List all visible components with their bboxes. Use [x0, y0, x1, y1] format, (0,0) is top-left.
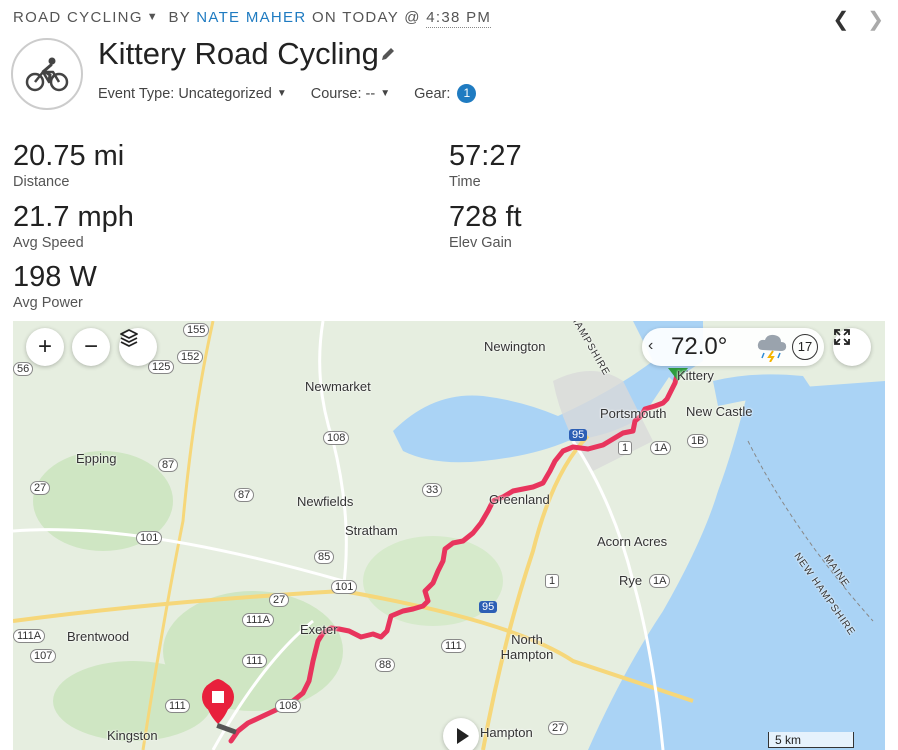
- route-shield: 1: [618, 441, 633, 455]
- route-shield: 1B: [687, 434, 709, 448]
- map-place-label: North Hampton: [500, 632, 554, 662]
- activity-type-dropdown[interactable]: ROAD CYCLING: [13, 9, 143, 26]
- stat-value: 57:27: [449, 140, 522, 172]
- route-shield: 33: [422, 483, 443, 497]
- expand-icon[interactable]: [833, 328, 871, 366]
- stat-label: Avg Power: [13, 295, 83, 311]
- route-shield: 111A: [242, 613, 275, 627]
- route-shield: 108: [275, 699, 302, 713]
- activity-pager: ❮ ❯: [832, 10, 884, 30]
- route-shield: 27: [548, 721, 569, 735]
- stat-avg-speed: 21.7 mph Avg Speed: [13, 201, 134, 251]
- route-shield: 1: [545, 574, 560, 588]
- route-map[interactable]: Newington Newmarket Kittery Portsmouth N…: [13, 321, 885, 750]
- by-label: BY: [168, 9, 191, 26]
- route-shield: 101: [331, 580, 358, 594]
- activity-title: Kittery Road Cycling: [98, 36, 379, 71]
- route-shield: 152: [177, 350, 204, 364]
- cyclist-icon: [11, 38, 83, 110]
- map-place-label: Newfields: [297, 494, 354, 509]
- route-shield: 108: [323, 431, 350, 445]
- pencil-icon[interactable]: [380, 46, 396, 67]
- map-place-label: Brentwood: [67, 629, 130, 644]
- caret-down-icon: ▼: [380, 88, 391, 99]
- event-type-label: Event Type: Uncategorized: [98, 85, 272, 102]
- map-place-label: Epping: [76, 451, 117, 466]
- stat-label: Avg Speed: [13, 235, 84, 251]
- route-shield: 107: [30, 649, 57, 663]
- course-label: Course: --: [310, 85, 376, 102]
- map-place-label: Hampton: [480, 725, 533, 740]
- interstate-shield: 95: [569, 429, 588, 441]
- route-shield: 27: [30, 481, 51, 495]
- activity-time[interactable]: 4:38 PM: [426, 9, 492, 28]
- gear-item[interactable]: Gear: 1: [414, 84, 477, 103]
- route-shield: 27: [269, 593, 290, 607]
- route-shield: 111: [165, 699, 190, 713]
- stat-value: 198 W: [13, 261, 97, 293]
- layers-icon[interactable]: [119, 328, 157, 366]
- route-shield: 85: [314, 550, 335, 564]
- map-place-label: Exeter: [300, 622, 338, 637]
- route-shield: 111A: [13, 629, 46, 643]
- route-shield: 88: [375, 658, 396, 672]
- route-shield: 87: [158, 458, 179, 472]
- on-label: ON TODAY @: [311, 9, 421, 26]
- stat-label: Time: [449, 174, 481, 190]
- author-link[interactable]: NATE MAHER: [196, 9, 306, 26]
- stat-label: Distance: [13, 174, 70, 190]
- chevron-left-icon[interactable]: ‹: [648, 337, 653, 355]
- caret-down-icon: ▼: [276, 88, 287, 99]
- activity-meta: Event Type: Uncategorized ▼ Course: -- ▼ G…: [98, 84, 500, 103]
- route-shield: 101: [136, 531, 163, 545]
- stat-value: 728 ft: [449, 201, 522, 233]
- interstate-shield: 95: [479, 601, 498, 613]
- chevron-right-icon[interactable]: ❯: [867, 10, 884, 30]
- map-place-label: New Castle: [686, 404, 753, 419]
- stat-label: Elev Gain: [449, 235, 512, 251]
- route-shield: 111: [242, 654, 267, 668]
- route-shield: 1A: [650, 441, 672, 455]
- gear-count-badge[interactable]: 1: [457, 84, 477, 103]
- map-place-label: Kingston: [107, 728, 158, 743]
- stat-avg-power: 198 W Avg Power: [13, 261, 97, 311]
- map-place-label: Rye: [619, 573, 643, 588]
- weather-widget[interactable]: ‹ 72.0° 17: [642, 328, 824, 366]
- map-place-label: Newmarket: [305, 379, 371, 394]
- stat-distance: 20.75 mi Distance: [13, 140, 124, 190]
- course-dropdown[interactable]: Course: -- ▼: [311, 84, 390, 103]
- map-place-label: Kittery: [677, 368, 714, 383]
- stat-value: 20.75 mi: [13, 140, 125, 172]
- wind-speed-indicator: 17: [792, 334, 818, 360]
- route-shield: 1A: [649, 574, 671, 588]
- route-shield: 56: [13, 362, 34, 376]
- map-place-label: Stratham: [345, 523, 398, 538]
- route-shield: 111: [441, 639, 466, 653]
- stat-time: 57:27 Time: [449, 140, 522, 190]
- route-shield: 87: [234, 488, 255, 502]
- stat-elev-gain: 728 ft Elev Gain: [449, 201, 522, 251]
- activity-header-line: ROAD CYCLING ▼ BY NATE MAHER ON TODAY @ 4…: [13, 9, 492, 28]
- stat-value: 21.7 mph: [13, 201, 134, 233]
- map-place-label: Acorn Acres: [597, 534, 668, 549]
- map-place-label: Newington: [484, 339, 546, 354]
- map-scale: 5 km: [768, 732, 854, 748]
- route-shield: 125: [148, 360, 175, 374]
- weather-temperature: 72.0°: [671, 333, 728, 360]
- map-place-label: Greenland: [489, 492, 550, 507]
- map-place-label: Portsmouth: [600, 406, 667, 421]
- gear-label: Gear:: [414, 85, 451, 102]
- zoom-in-button[interactable]: +: [26, 328, 64, 366]
- chevron-left-icon[interactable]: ❮: [832, 10, 849, 30]
- caret-down-icon[interactable]: ▼: [147, 11, 159, 23]
- zoom-out-button[interactable]: −: [72, 328, 110, 366]
- route-shield: 155: [183, 323, 210, 337]
- play-button[interactable]: [443, 718, 479, 750]
- event-type-dropdown[interactable]: Event Type: Uncategorized ▼: [98, 84, 287, 103]
